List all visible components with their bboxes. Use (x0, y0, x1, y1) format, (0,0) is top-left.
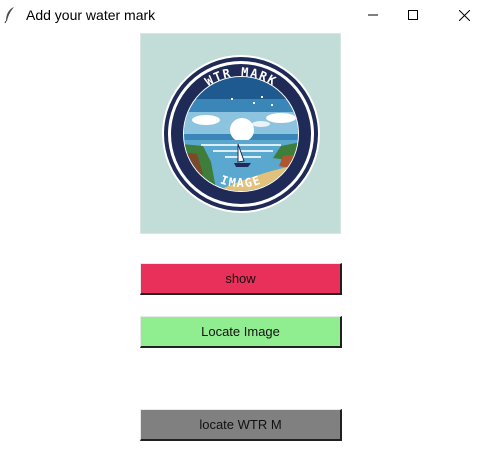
locate-wtr-button[interactable]: locate WTR M (140, 409, 342, 441)
window-title: Add your water mark (26, 7, 156, 23)
svg-text:IMAGE: IMAGE (219, 173, 264, 191)
minimize-icon (368, 10, 378, 20)
watermark-badge-image: WTR MARK IMAGE (162, 55, 320, 213)
show-button-label: show (225, 271, 256, 286)
maximize-button[interactable] (390, 0, 436, 30)
show-button[interactable]: show (140, 263, 342, 295)
locate-image-button-label: Locate Image (201, 324, 280, 339)
image-preview: WTR MARK IMAGE (140, 33, 341, 234)
close-icon (458, 9, 470, 21)
close-button[interactable] (441, 0, 487, 30)
locate-image-button[interactable]: Locate Image (140, 316, 342, 348)
locate-wtr-button-label: locate WTR M (199, 417, 282, 432)
title-bar[interactable]: Add your water mark (0, 0, 487, 31)
feather-icon (4, 6, 16, 24)
maximize-icon (408, 10, 418, 20)
